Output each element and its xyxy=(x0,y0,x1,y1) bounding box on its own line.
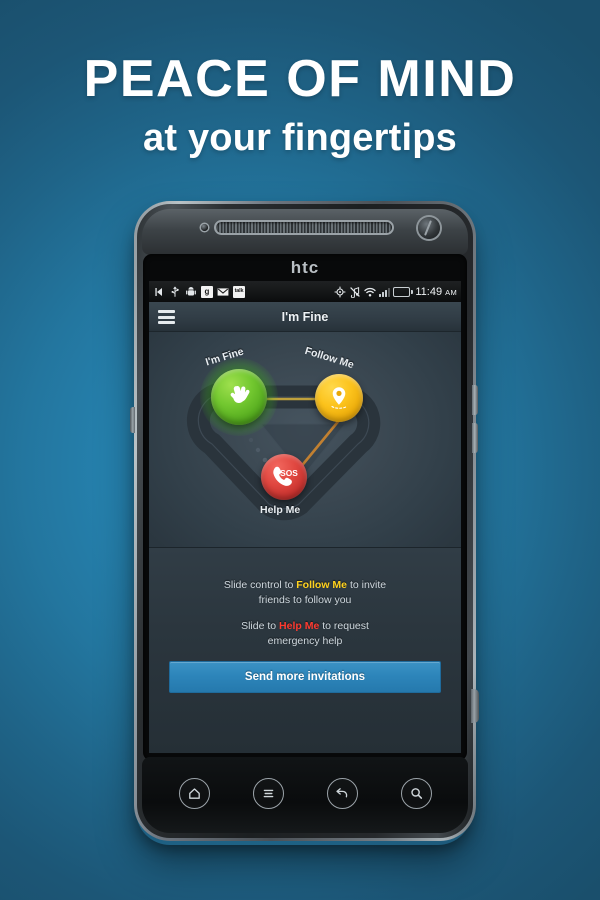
promo-poster: PEACE OF MIND at your fingertips htc g t… xyxy=(0,0,600,900)
screen-bezel: htc g talk 11:49 AM I'm Fine I'm Fine Fo… xyxy=(143,254,467,761)
triangle-slider-track xyxy=(186,381,381,521)
menu-lines-icon xyxy=(263,789,273,797)
headline-line-2: at your fingertips xyxy=(143,117,457,159)
front-camera-icon xyxy=(201,224,208,231)
battery-icon xyxy=(393,286,413,297)
back-arrow-icon xyxy=(336,787,348,797)
im-fine-disc xyxy=(211,369,267,425)
power-button[interactable] xyxy=(471,689,479,723)
page-title: I'm Fine xyxy=(281,309,329,324)
status-bar-clock: 11:49 AM xyxy=(415,285,457,298)
instructions-section: Slide control to Follow Me to invite fri… xyxy=(149,548,461,753)
svg-text:SOS: SOS xyxy=(280,468,298,478)
instruction-help-me: Slide to Help Me to request emergency he… xyxy=(149,619,461,649)
hamburger-menu-icon[interactable] xyxy=(158,310,175,324)
android-status-bar: g talk 11:49 AM xyxy=(149,281,461,302)
phone-screen: g talk 11:49 AM I'm Fine I'm Fine Follow… xyxy=(149,281,461,753)
wifi-icon xyxy=(364,286,377,298)
google-talk-icon: talk xyxy=(233,285,245,298)
google-search-icon: g xyxy=(201,285,213,298)
headline-line-1: PEACE OF MIND xyxy=(83,50,517,108)
hardware-nav-bar xyxy=(143,767,467,819)
map-pin-icon xyxy=(331,387,347,409)
phone-device: htc g talk 11:49 AM I'm Fine I'm Fine Fo… xyxy=(128,197,480,845)
app-action-bar: I'm Fine xyxy=(149,302,461,332)
back-arrow-icon xyxy=(153,286,165,298)
instr1-part-c: friends to follow you xyxy=(258,594,352,606)
back-button[interactable] xyxy=(326,777,358,809)
instr2-part-a: Slide to xyxy=(241,620,277,632)
status-control-panel: I'm Fine Follow Me SOS Help Me xyxy=(149,332,461,548)
instr2-part-b: to request xyxy=(322,620,369,632)
volume-down-button[interactable] xyxy=(472,423,478,453)
phone-top-cap xyxy=(142,209,468,255)
slider-node-help-me[interactable]: SOS xyxy=(261,454,307,500)
instr1-part-b: to invite xyxy=(349,579,387,591)
ok-hand-gesture-icon xyxy=(230,386,250,403)
instr1-part-a: Slide control to xyxy=(223,579,294,591)
status-bar-right-icons: 11:49 AM xyxy=(334,286,457,298)
send-more-invitations-button[interactable]: Send more invitations xyxy=(169,661,441,693)
slider-node-follow-me[interactable] xyxy=(315,374,363,422)
proximity-sensor-icon xyxy=(418,217,440,239)
follow-me-disc xyxy=(315,374,363,422)
search-button[interactable] xyxy=(400,777,432,809)
speaker-grille-icon xyxy=(214,220,394,235)
home-button[interactable] xyxy=(178,777,210,809)
headline: PEACE OF MIND at your fingertips xyxy=(0,50,600,162)
home-icon xyxy=(188,787,200,799)
volume-up-button[interactable] xyxy=(472,385,478,415)
slider-node-im-fine[interactable] xyxy=(200,358,278,436)
gps-location-icon xyxy=(334,286,346,298)
gmail-icon xyxy=(217,286,229,298)
android-robot-icon xyxy=(185,286,197,298)
status-bar-left-icons: g talk xyxy=(153,285,245,298)
instr2-keyword: Help Me xyxy=(279,620,320,632)
cellular-signal-icon xyxy=(379,286,391,297)
instruction-follow-me: Slide control to Follow Me to invite fri… xyxy=(149,578,461,608)
sound-muted-icon xyxy=(349,286,361,298)
help-me-disc: SOS xyxy=(261,454,307,500)
htc-logo: htc xyxy=(290,258,320,277)
sos-phone-icon: SOS xyxy=(273,466,298,486)
instr1-keyword: Follow Me xyxy=(296,579,348,591)
menu-button[interactable] xyxy=(252,777,284,809)
instr2-part-c: emergency help xyxy=(267,635,343,647)
search-icon xyxy=(410,787,422,799)
side-button-left[interactable] xyxy=(130,407,135,433)
usb-icon xyxy=(169,286,181,298)
node-label-help-me: Help Me xyxy=(260,504,301,516)
